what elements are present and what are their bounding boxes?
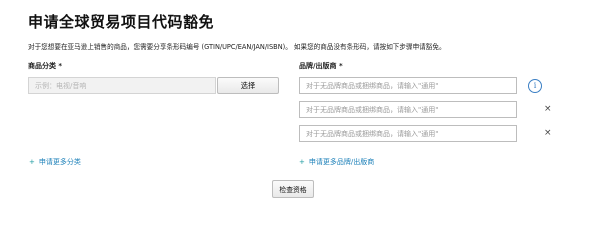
brand-label: 品牌/出版商 * <box>299 62 343 70</box>
select-category-button[interactable]: 选择 <box>217 77 279 94</box>
category-label: 商品分类 * <box>28 62 63 70</box>
remove-brand-2-icon[interactable]: × <box>544 105 552 114</box>
add-more-brands-link[interactable]: + 申请更多品牌/出版商 <box>299 157 374 167</box>
brand-input-3[interactable]: 对于无品牌商品或捆绑商品，请输入"通用" <box>299 125 517 142</box>
plus-icon: + <box>29 158 35 166</box>
remove-brand-3-icon[interactable]: × <box>544 129 552 138</box>
brand-input-2[interactable]: 对于无品牌商品或捆绑商品，请输入"通用" <box>299 101 517 118</box>
page-title: 申请全球贸易项目代码豁免 <box>28 13 215 31</box>
page-description: 对于您想要在亚马逊上销售的商品，您需要分享条形码编号 (GTIN/UPC/EAN… <box>28 43 446 51</box>
add-more-brands-text: 申请更多品牌/出版商 <box>308 158 375 166</box>
check-eligibility-button[interactable]: 检查资格 <box>272 180 314 198</box>
plus-icon: + <box>299 158 305 166</box>
info-icon-glyph: i <box>533 81 537 90</box>
add-more-categories-text: 申请更多分类 <box>38 158 81 166</box>
info-icon[interactable]: i <box>528 79 542 93</box>
brand-input-1[interactable]: 对于无品牌商品或捆绑商品，请输入"通用" <box>299 77 517 94</box>
category-input: 示例：电视/音响 <box>28 77 216 94</box>
add-more-categories-link[interactable]: + 申请更多分类 <box>29 157 81 167</box>
